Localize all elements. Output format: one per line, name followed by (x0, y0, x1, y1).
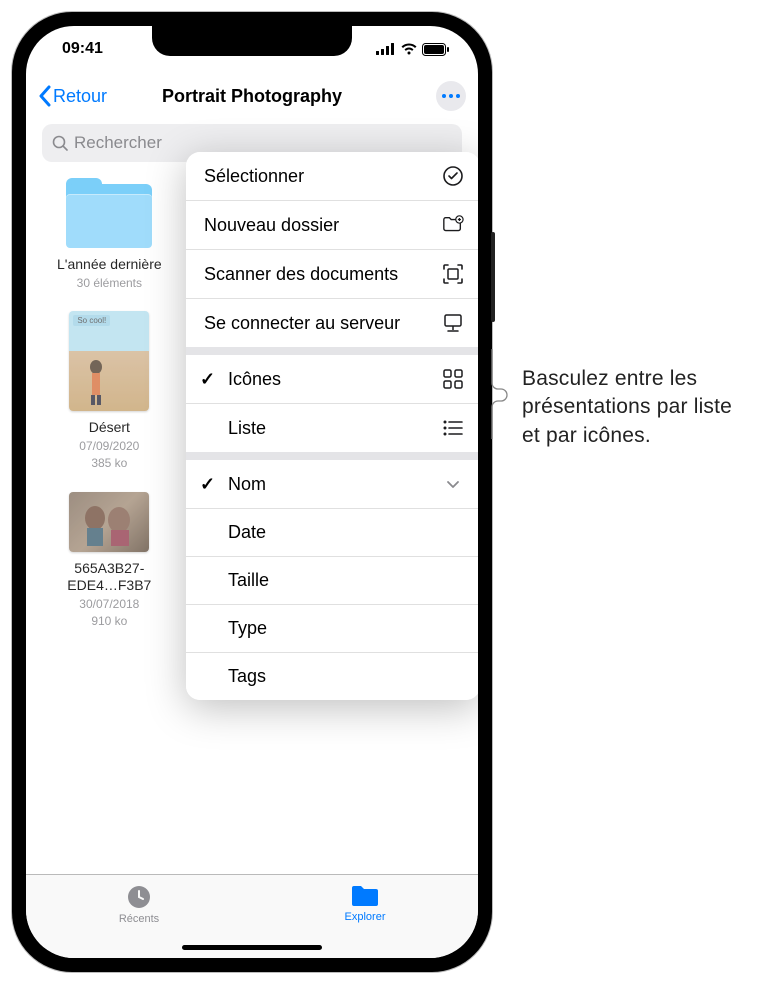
file-item[interactable]: 565A3B27- EDE4…F3B7 30/07/2018 910 ko (44, 492, 175, 630)
menu-separator (186, 452, 478, 460)
clock-icon (125, 883, 153, 911)
screen: 09:41 Retour Portrait Photography Recher… (26, 26, 478, 958)
chevron-left-icon (38, 85, 51, 107)
scan-icon (442, 263, 464, 285)
menu-label: Nom (228, 474, 266, 495)
ellipsis-icon (442, 94, 460, 98)
home-indicator[interactable] (182, 945, 322, 950)
file-item[interactable]: So cool! Désert 07/09/2020 385 ko (44, 311, 175, 472)
tab-label: Explorer (345, 911, 386, 923)
side-button (491, 232, 495, 322)
folder-plus-icon (442, 214, 464, 236)
menu-label: Taille (228, 570, 269, 591)
menu-label: Type (228, 618, 267, 639)
status-icons (376, 43, 450, 56)
check-icon: ✓ (200, 474, 215, 495)
battery-icon (422, 43, 450, 56)
notch (152, 26, 352, 56)
menu-connect-server[interactable]: Se connecter au serveur (186, 299, 478, 347)
item-name-line2: EDE4…F3B7 (67, 577, 151, 595)
menu-label: Icônes (228, 369, 281, 390)
context-menu: Sélectionner Nouveau dossier Scanner des… (186, 152, 478, 700)
wifi-icon (400, 43, 418, 55)
menu-sort-type[interactable]: Type (186, 605, 478, 653)
menu-sort-tags[interactable]: Tags (186, 653, 478, 700)
item-name: L'année dernière (57, 256, 162, 274)
item-name: Désert (89, 419, 130, 437)
menu-view-list[interactable]: Liste (186, 404, 478, 452)
folder-icon (350, 883, 380, 909)
menu-select[interactable]: Sélectionner (186, 152, 478, 201)
page-title: Portrait Photography (162, 86, 342, 107)
tab-bar: Récents Explorer (26, 874, 478, 958)
menu-label: Liste (228, 418, 266, 439)
item-date: 07/09/2020 (79, 439, 139, 455)
menu-sort-name[interactable]: ✓ Nom (186, 460, 478, 509)
file-thumbnail: So cool! (69, 311, 149, 411)
select-circle-icon (442, 165, 464, 187)
item-size: 385 ko (91, 456, 127, 472)
server-icon (442, 312, 464, 334)
tab-label: Récents (119, 913, 159, 925)
menu-label: Scanner des documents (204, 264, 398, 285)
search-placeholder: Rechercher (74, 133, 162, 153)
item-size: 910 ko (91, 614, 127, 630)
menu-new-folder[interactable]: Nouveau dossier (186, 201, 478, 250)
menu-sort-size[interactable]: Taille (186, 557, 478, 605)
more-button[interactable] (436, 81, 466, 111)
back-button[interactable]: Retour (38, 85, 107, 107)
menu-label: Date (228, 522, 266, 543)
folder-icon (66, 178, 152, 248)
grid-icon (442, 368, 464, 390)
item-meta: 30 éléments (77, 276, 142, 292)
menu-scan-documents[interactable]: Scanner des documents (186, 250, 478, 299)
search-icon (52, 135, 68, 151)
menu-separator (186, 347, 478, 355)
nav-bar: Retour Portrait Photography (26, 72, 478, 120)
item-name-line1: 565A3B27- (74, 560, 144, 578)
menu-label: Sélectionner (204, 166, 304, 187)
menu-sort-date[interactable]: Date (186, 509, 478, 557)
phone-frame: 09:41 Retour Portrait Photography Recher… (12, 12, 492, 972)
menu-label: Tags (228, 666, 266, 687)
status-time: 09:41 (62, 40, 103, 58)
chevron-down-icon (442, 473, 464, 495)
list-icon (442, 417, 464, 439)
back-label: Retour (53, 86, 107, 107)
menu-label: Nouveau dossier (204, 215, 339, 236)
file-thumbnail (69, 492, 149, 552)
item-date: 30/07/2018 (79, 597, 139, 613)
check-icon: ✓ (200, 369, 215, 390)
thumb-badge: So cool! (73, 315, 110, 326)
cellular-icon (376, 43, 396, 55)
menu-label: Se connecter au serveur (204, 313, 400, 334)
callout-bracket-icon (490, 349, 516, 439)
callout-text: Basculez entre les présentations par lis… (522, 365, 750, 450)
menu-view-icons[interactable]: ✓ Icônes (186, 355, 478, 404)
folder-item[interactable]: L'année dernière 30 éléments (44, 178, 175, 291)
